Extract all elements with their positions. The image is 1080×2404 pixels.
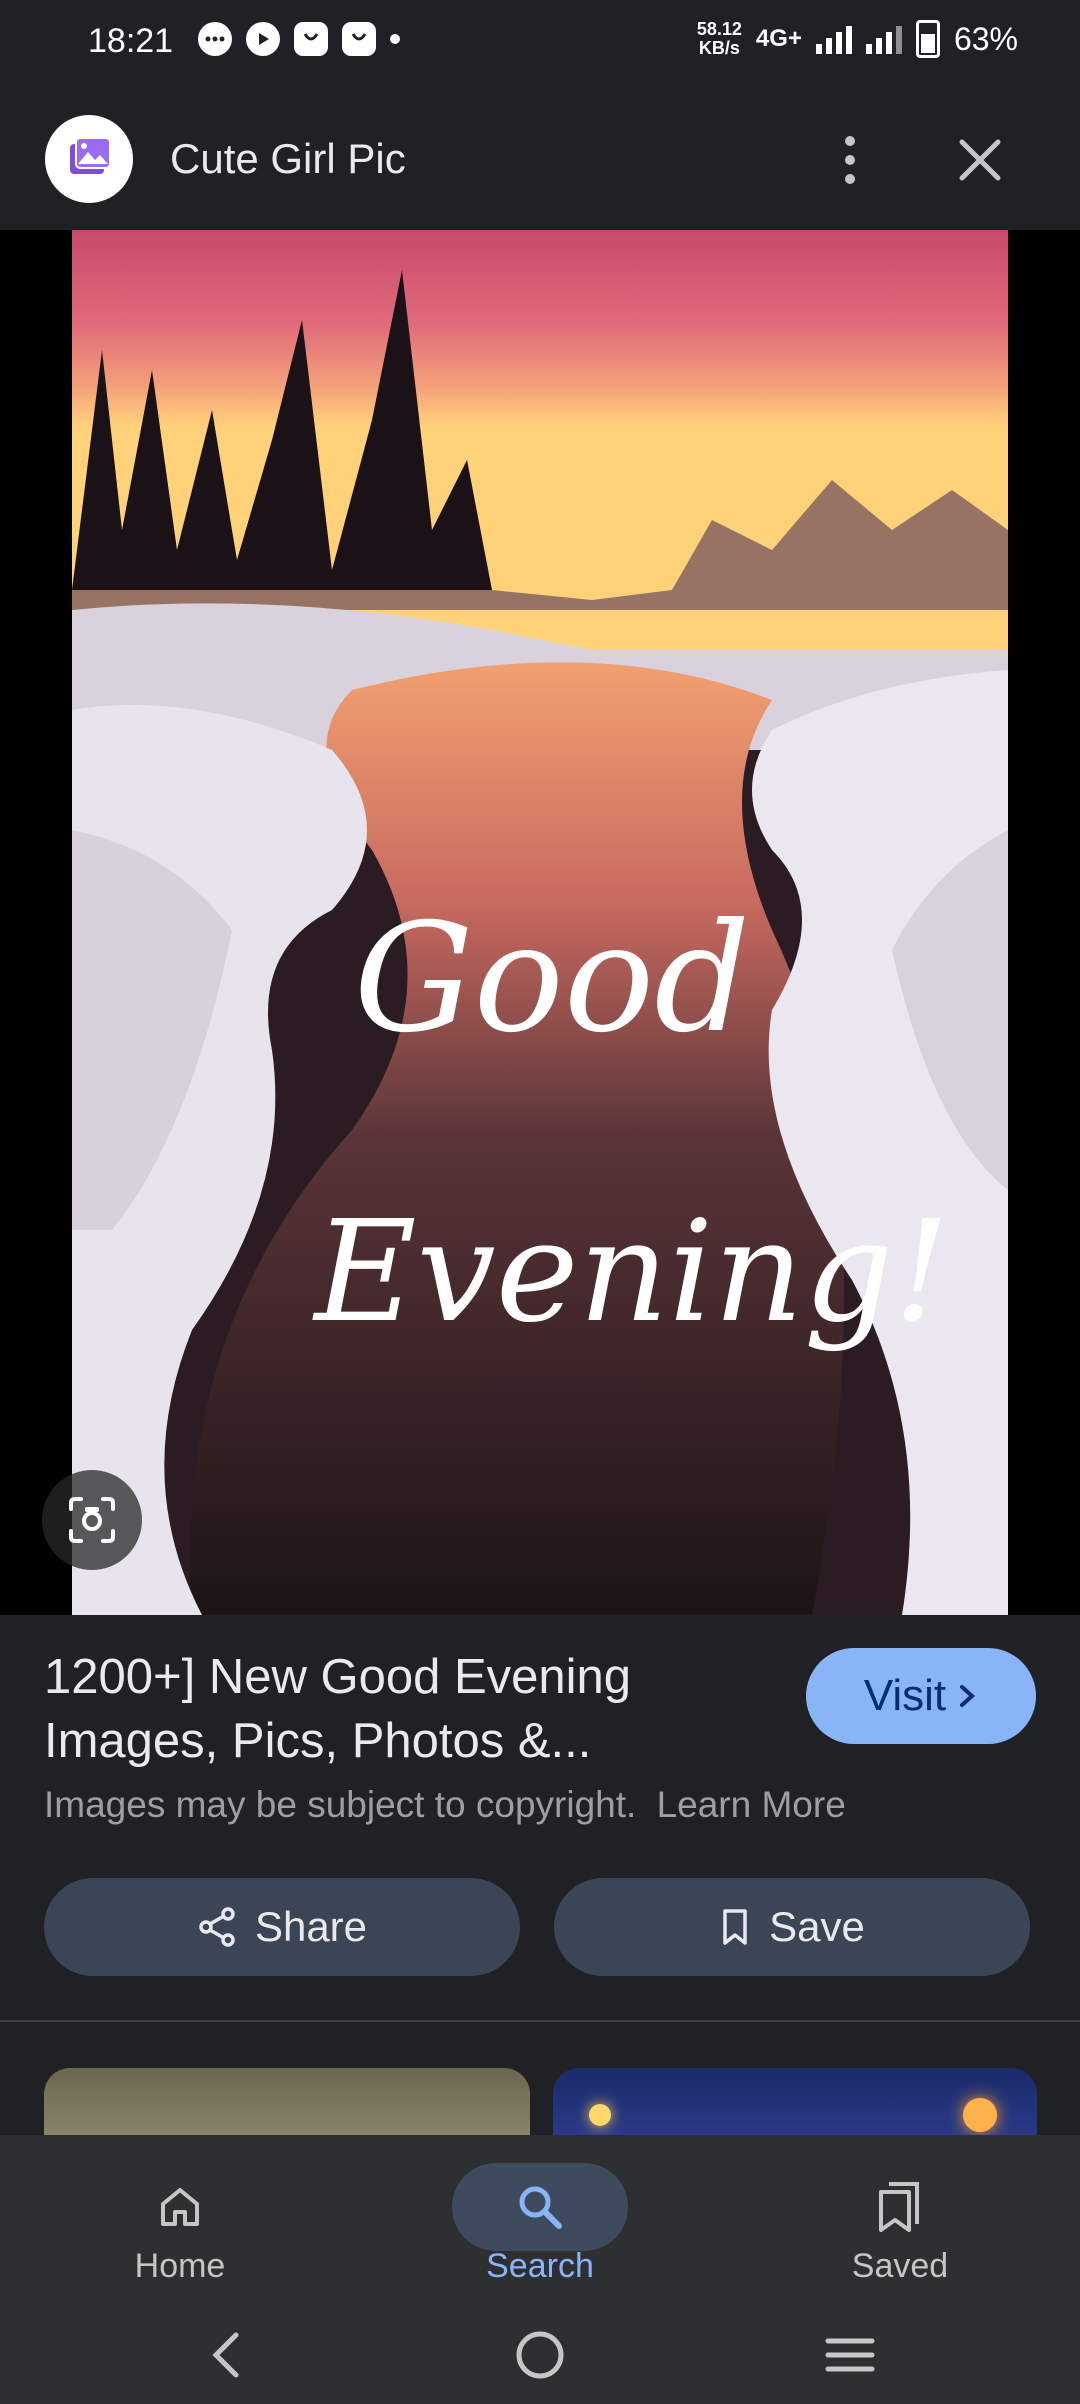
copyright-notice: Images may be subject to copyright. Lear… [44, 1784, 846, 1826]
visit-label: Visit [863, 1671, 947, 1720]
gallery-icon[interactable] [45, 115, 133, 203]
related-image[interactable] [44, 2068, 530, 2138]
result-image[interactable]: Good Evening! [72, 230, 1008, 1615]
nav-label-home: Home [134, 2247, 226, 2285]
shopping-bag-icon [342, 22, 376, 56]
lens-icon[interactable] [42, 1470, 142, 1570]
status-right: 58.12 KB/s 4G+ 63% [697, 20, 1018, 58]
nav-label-saved: Saved [851, 2247, 949, 2285]
network-type: 4G+ [755, 25, 802, 52]
nav-item-saved[interactable]: Saved [750, 2135, 1050, 2305]
battery-icon [915, 20, 940, 58]
status-bar: 18:21 58.12 KB/s 4G+ 63% [0, 0, 1080, 90]
nav-label-search: Search [486, 2247, 594, 2285]
speed-unit: KB/s [698, 38, 740, 58]
share-icon [199, 1907, 235, 1947]
close-icon[interactable] [950, 130, 1010, 190]
home-circle-icon[interactable] [512, 2327, 568, 2388]
status-time: 18:21 [88, 22, 174, 60]
system-navigation [0, 2305, 1080, 2404]
nav-item-search[interactable]: Search [390, 2135, 690, 2305]
save-label: Save [769, 1903, 865, 1950]
signal-icon [815, 24, 852, 54]
visit-button[interactable]: Visit [806, 1648, 1036, 1744]
learn-more-link[interactable]: Learn More [657, 1784, 846, 1825]
recents-icon[interactable] [822, 2327, 878, 2388]
snowy-river-photo: Good Evening! [72, 230, 1008, 1615]
chevron-right-icon [960, 1685, 976, 1707]
notification-icons [198, 22, 400, 56]
message-icon [198, 22, 232, 56]
share-button[interactable]: Share [44, 1878, 520, 1976]
copyright-text: Images may be subject to copyright. [44, 1784, 637, 1825]
page-title: Cute Girl Pic [170, 135, 406, 182]
home-icon [92, 2163, 268, 2251]
nav-item-home[interactable]: Home [30, 2135, 330, 2305]
bookmark-icon [723, 1909, 747, 1945]
signal-icon [865, 24, 902, 54]
share-label: Share [254, 1903, 368, 1950]
overlay-text-good: Good [354, 892, 750, 1066]
back-icon[interactable] [200, 2327, 256, 2388]
search-icon [452, 2163, 628, 2251]
more-notifications-dot [390, 34, 400, 44]
play-icon [246, 22, 280, 56]
save-button[interactable]: Save [554, 1878, 1030, 1976]
bottom-navigation: Home Search Saved [0, 2135, 1080, 2305]
more-vert-icon[interactable] [820, 125, 880, 195]
viewer-header: Cute Girl Pic [0, 90, 1080, 230]
battery-level: 63% [953, 20, 1018, 57]
result-title[interactable]: 1200+] New Good Evening Images, Pics, Ph… [44, 1645, 764, 1773]
divider [0, 2020, 1080, 2022]
speed-value: 58.12 [696, 19, 742, 39]
overlay-text-evening: Evening! [311, 1191, 949, 1354]
network-speed: 58.12 KB/s [697, 20, 742, 58]
shopping-bag-icon [294, 22, 328, 56]
saved-icon [812, 2163, 988, 2251]
related-image[interactable] [553, 2068, 1037, 2138]
image-viewer: Good Evening! [0, 230, 1080, 1615]
